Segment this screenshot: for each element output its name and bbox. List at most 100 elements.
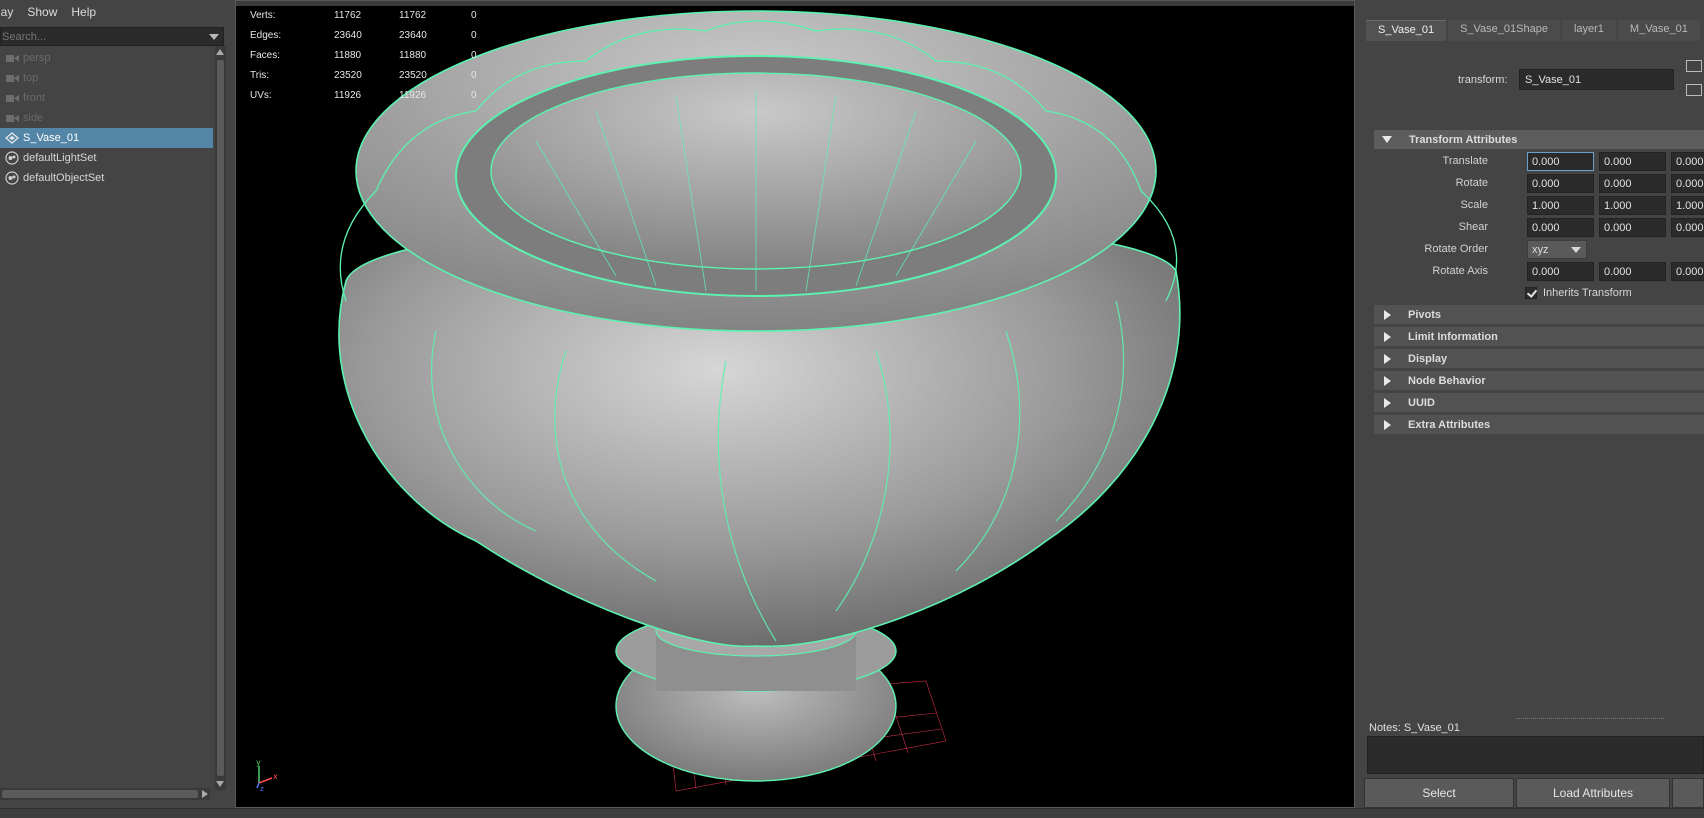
- outliner-item-label: side: [23, 112, 44, 124]
- collapse-triangle-icon: [1384, 309, 1391, 320]
- ae-tab-bar: S_Vase_01 S_Vase_01Shape layer1 M_Vase_0…: [1366, 20, 1702, 41]
- attr-row-rotate: Rotate: [1362, 173, 1704, 194]
- outliner-item-label: front: [23, 92, 46, 104]
- tab-s-vase-01[interactable]: S_Vase_01: [1366, 20, 1447, 41]
- transform-name-field[interactable]: [1519, 69, 1674, 90]
- vase-mesh-wireframe[interactable]: [236, 1, 1355, 808]
- outliner-item-s-vase-01[interactable]: S_Vase_01: [0, 128, 213, 148]
- outliner-panel: lay Show Help persp top front side S_Vas…: [0, 0, 232, 818]
- hud-value: 0: [471, 90, 477, 101]
- section-display[interactable]: Display: [1374, 349, 1704, 368]
- tab-m-vase-01[interactable]: M_Vase_01: [1617, 20, 1700, 41]
- transform-icon: [5, 132, 19, 144]
- outliner-item-top[interactable]: top: [0, 68, 213, 88]
- attr-row-shear: Shear: [1362, 217, 1704, 238]
- notes-textarea[interactable]: [1367, 736, 1704, 774]
- outliner-item-persp[interactable]: persp: [0, 48, 213, 68]
- outliner-item-default-light-set[interactable]: defaultLightSet: [0, 148, 213, 168]
- scale-z-field[interactable]: [1671, 196, 1704, 215]
- scroll-down-icon[interactable]: [216, 781, 224, 787]
- expand-triangle-icon: [1382, 136, 1392, 143]
- hud-value: 11926: [399, 90, 427, 101]
- scale-y-field[interactable]: [1599, 196, 1666, 215]
- set-icon: [5, 151, 19, 165]
- rotate-x-field[interactable]: [1527, 174, 1594, 193]
- set-icon: [5, 171, 19, 185]
- tab-layer1[interactable]: layer1: [1561, 20, 1616, 41]
- search-input[interactable]: [1, 28, 201, 45]
- select-button[interactable]: Select: [1364, 778, 1514, 808]
- outliner-horizontal-scrollbar[interactable]: [0, 788, 210, 800]
- translate-x-field[interactable]: [1527, 152, 1594, 171]
- section-uuid[interactable]: UUID: [1374, 393, 1704, 412]
- section-limit-information[interactable]: Limit Information: [1374, 327, 1704, 346]
- shear-xz-field[interactable]: [1599, 218, 1666, 237]
- translate-z-field[interactable]: [1671, 152, 1704, 171]
- hud-value: 11926: [334, 90, 362, 101]
- axis-label-y: y: [256, 758, 261, 767]
- menu-display[interactable]: lay: [0, 5, 13, 19]
- rotate-axis-x-field[interactable]: [1527, 262, 1594, 281]
- section-title: Extra Attributes: [1408, 418, 1491, 431]
- rotate-axis-y-field[interactable]: [1599, 262, 1666, 281]
- search-options-chevron-icon[interactable]: [209, 34, 219, 40]
- transform-name-row: transform:: [1362, 68, 1704, 92]
- camera-icon: [5, 52, 19, 64]
- hud-value: 23640: [399, 30, 427, 41]
- outliner-item-front[interactable]: front: [0, 88, 213, 108]
- rotate-z-field[interactable]: [1671, 174, 1704, 193]
- hud-value: 0: [471, 70, 477, 81]
- section-title: UUID: [1408, 396, 1435, 409]
- outliner-item-label: S_Vase_01: [23, 132, 80, 144]
- attr-label: Rotate Order: [1424, 243, 1488, 255]
- section-title: Transform Attributes: [1409, 133, 1518, 146]
- rotate-y-field[interactable]: [1599, 174, 1666, 193]
- copy-tab-button[interactable]: [1672, 778, 1704, 808]
- menu-help[interactable]: Help: [71, 5, 96, 19]
- notes-resize-handle[interactable]: [1516, 718, 1664, 719]
- scale-x-field[interactable]: [1527, 196, 1594, 215]
- viewport-persp[interactable]: Verts: 11762 11762 0 Edges: 23640 23640 …: [235, 0, 1355, 808]
- outliner-item-label: defaultLightSet: [23, 152, 97, 164]
- section-title: Limit Information: [1408, 330, 1498, 343]
- view-axis-icon: y x z: [256, 758, 278, 791]
- tab-s-vase-01-shape[interactable]: S_Vase_01Shape: [1448, 20, 1560, 41]
- rotate-axis-z-field[interactable]: [1671, 262, 1704, 281]
- rotate-order-select[interactable]: xyz: [1527, 240, 1587, 259]
- translate-y-field[interactable]: [1599, 152, 1666, 171]
- hud-label: Faces:: [250, 50, 281, 61]
- outliner-menubar: lay Show Help: [0, 0, 232, 24]
- outliner-vertical-scrollbar[interactable]: [215, 46, 226, 790]
- shear-yz-field[interactable]: [1671, 218, 1704, 237]
- menu-show[interactable]: Show: [27, 5, 57, 19]
- axis-label-x: x: [273, 772, 278, 781]
- attribute-editor: S_Vase_01 S_Vase_01Shape layer1 M_Vase_0…: [1362, 0, 1704, 818]
- inherits-transform-row: Inherits Transform: [1525, 285, 1632, 301]
- hud-label: Edges:: [250, 30, 282, 41]
- hud-row-uvs: UVs: 11926 11926 0: [250, 87, 490, 107]
- section-extra-attributes[interactable]: Extra Attributes: [1374, 415, 1704, 434]
- scroll-up-icon[interactable]: [216, 49, 224, 55]
- section-transform-attributes[interactable]: Transform Attributes: [1374, 130, 1704, 149]
- scroll-thumb[interactable]: [2, 790, 198, 798]
- time-slider-strip[interactable]: [0, 808, 1704, 818]
- camera-icon: [5, 92, 19, 104]
- outliner-item-default-object-set[interactable]: defaultObjectSet: [0, 168, 213, 188]
- inherits-transform-checkbox[interactable]: [1525, 287, 1537, 299]
- outliner-item-label: top: [23, 72, 39, 84]
- outliner-item-side[interactable]: side: [0, 108, 213, 128]
- section-title: Display: [1408, 352, 1448, 365]
- collapse-triangle-icon: [1384, 353, 1391, 364]
- shear-xy-field[interactable]: [1527, 218, 1594, 237]
- section-node-behavior[interactable]: Node Behavior: [1374, 371, 1704, 390]
- hud-value: 11762: [399, 10, 427, 21]
- section-pivots[interactable]: Pivots: [1374, 305, 1704, 324]
- scroll-right-icon[interactable]: [202, 790, 208, 798]
- hud-row-edges: Edges: 23640 23640 0: [250, 27, 490, 47]
- scroll-thumb[interactable]: [217, 60, 224, 776]
- section-title: Pivots: [1408, 308, 1442, 321]
- camera-icon: [5, 112, 19, 124]
- transform-label: transform:: [1458, 74, 1508, 86]
- hud-value: 0: [471, 30, 477, 41]
- load-attributes-button[interactable]: Load Attributes: [1516, 778, 1670, 808]
